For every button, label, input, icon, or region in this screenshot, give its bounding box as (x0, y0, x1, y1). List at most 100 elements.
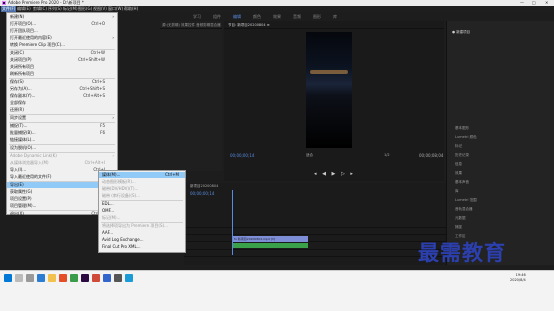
menu-item-label: 关闭(C) (10, 50, 24, 55)
menu-item-label: 保存副本(Y)... (10, 93, 36, 98)
track-a2[interactable] (184, 250, 446, 257)
file-menu-item[interactable]: 捕捉(T)... F5 (7, 123, 117, 129)
file-menu-item[interactable]: 打开最近使用的内容(E) › (7, 35, 117, 41)
system-clock[interactable]: 19:46 2020/8/4 (510, 273, 526, 283)
search-icon[interactable] (15, 274, 23, 282)
menu-item-label: 动态图形模板(R)... (102, 179, 136, 184)
export-menu-item: 标记(M)... (99, 215, 185, 221)
export-menu-item[interactable]: AAF... (99, 230, 185, 236)
file-menu-item[interactable]: 另存为(A)... Ctrl+Shift+S (7, 86, 117, 92)
workspace-tab[interactable]: 音频 (293, 14, 301, 20)
video-clip[interactable]: fx 新项目20200804.mp4 [V] (232, 236, 308, 242)
file-menu-item[interactable]: 关闭所有项目 (7, 64, 117, 70)
folder-icon[interactable] (48, 274, 56, 282)
app-icon[interactable] (70, 274, 78, 282)
watermark-text: 最需教育 (418, 240, 506, 265)
export-menu-item[interactable]: EDL... (99, 201, 185, 207)
workspace-tab[interactable]: 组件 (213, 14, 221, 20)
file-menu-item[interactable]: 保存(S) Ctrl+S (7, 79, 117, 85)
workspace-tab[interactable]: 效果 (273, 14, 281, 20)
menu-item-shortcut: Ctrl+Alt+I (84, 160, 105, 165)
file-menu-item[interactable]: 关闭(C) Ctrl+W (7, 50, 117, 56)
right-panel-item[interactable]: 元数据 (455, 216, 466, 221)
file-menu-item[interactable]: 打开团队项目... (7, 28, 117, 34)
workspace-tab[interactable]: 库 (333, 14, 337, 20)
right-panel-item[interactable]: 历史记录 (455, 153, 469, 158)
submenu-arrow-icon: › (112, 153, 114, 158)
transport-controls[interactable]: ◂ ◀ ▶ ▷ ▸ (314, 171, 358, 177)
track-a1[interactable] (184, 243, 446, 250)
right-panel-item[interactable]: 标记 (455, 144, 462, 149)
file-menu-item[interactable]: 同步设置 › (7, 115, 117, 121)
timeline-tab[interactable]: 新项目20200804 (190, 184, 218, 189)
file-menu-item[interactable]: 刷新所有项目 (7, 71, 117, 77)
export-menu-item[interactable]: OMF... (99, 208, 185, 214)
file-menu-item[interactable]: 转换 Premiere Clip 项目(C)... (7, 42, 117, 48)
menu-help[interactable]: 帮助(H) (124, 6, 138, 12)
start-icon[interactable] (4, 274, 12, 282)
export-menu-item[interactable]: 媒体(M)... Ctrl+M (99, 172, 185, 178)
source-panel-tabs[interactable]: 源:(无剪辑) 效果控件 音频剪辑混合器 (162, 21, 221, 29)
right-panel-item[interactable]: 捕捉 (455, 225, 462, 230)
program-timecode-current[interactable]: 00;00;00;14 (230, 153, 254, 158)
right-panel-item[interactable]: 基本声音 (455, 180, 469, 185)
export-menu-item: 动态图形模板(R)... (99, 179, 185, 185)
file-menu-item[interactable]: 批量捕捉(B)... F6 (7, 130, 117, 136)
file-menu-item[interactable]: 设为脱机(O)... (7, 145, 117, 151)
edge-icon[interactable] (37, 274, 45, 282)
timeline-panel: 新项目20200804 00;00;00;14 (184, 183, 446, 265)
menu-item-label: 导入(I)... (10, 167, 27, 172)
program-fit-select[interactable]: 适合 (306, 153, 313, 158)
menu-item-shortcut: Ctrl+M (165, 172, 179, 177)
workspace-tab[interactable]: 编辑 (233, 14, 241, 20)
right-panel-item[interactable]: 基本图形 (455, 126, 469, 131)
file-menu-item[interactable]: 打开项目(O)... Ctrl+O (7, 21, 117, 27)
menu-item-label: 关闭所有项目 (10, 64, 34, 69)
menu-item-label: 还原(R) (10, 107, 24, 112)
track-v1[interactable] (184, 235, 446, 242)
right-panel-item[interactable]: 库 (455, 189, 459, 194)
submenu-arrow-icon: › (112, 35, 114, 40)
file-menu-item[interactable]: 保存副本(Y)... Ctrl+Alt+S (7, 93, 117, 99)
app-icon[interactable] (59, 274, 67, 282)
workspace-tab[interactable]: 学习 (193, 14, 201, 20)
taskview-icon[interactable] (26, 274, 34, 282)
app-icon[interactable] (114, 274, 122, 282)
export-menu-item[interactable]: Final Cut Pro XML... (99, 244, 185, 250)
program-quality-select[interactable]: 1/2 (384, 153, 390, 157)
program-monitor-title[interactable]: 节目: 新项目20200804 ≡ (228, 21, 270, 29)
timeline-timecode[interactable]: 00;00;00;14 (190, 191, 214, 196)
menu-item-shortcut: Ctrl+Alt+S (83, 93, 105, 98)
audio-clip[interactable] (232, 243, 308, 248)
menu-item-shortcut: Ctrl+W (90, 50, 105, 55)
file-menu-item[interactable]: 关闭项目(P) Ctrl+Shift+W (7, 57, 117, 63)
menu-item-label: 从媒体浏览器导入(M) (10, 160, 49, 165)
app-icon[interactable] (125, 274, 133, 282)
menu-item-label: 项目设置(P) (10, 196, 32, 201)
file-menu-item[interactable]: 还原(R) (7, 107, 117, 113)
menu-item-shortcut: Ctrl+Shift+W (78, 57, 105, 62)
track-v3[interactable] (184, 221, 446, 228)
app-icon[interactable] (103, 274, 111, 282)
right-panel-item[interactable]: 效果 (455, 171, 462, 176)
menu-item-shortcut: F6 (100, 130, 105, 135)
menu-item-shortcut: Ctrl+S (91, 79, 105, 84)
file-menu-item[interactable]: 链接媒体(L)... (7, 137, 117, 143)
workspace-tab[interactable]: 图形 (313, 14, 321, 20)
right-panel-item[interactable]: Lumetri 颜色 (455, 135, 477, 140)
menu-item-label: AAF... (102, 230, 114, 235)
app-icon[interactable] (92, 274, 100, 282)
right-panel-item[interactable]: 音轨混合器 (455, 207, 473, 212)
right-panel-item[interactable]: Lumetri 范围 (455, 198, 477, 203)
right-panel-item[interactable]: 信息 (455, 162, 462, 167)
file-menu-item: 从媒体浏览器导入(M) Ctrl+Alt+I (7, 160, 117, 166)
track-v2[interactable] (184, 228, 446, 235)
playhead[interactable] (232, 190, 233, 255)
file-menu-item[interactable]: 新建(N) › (7, 14, 117, 20)
file-menu-item[interactable]: 全部保存 (7, 100, 117, 106)
export-menu-item[interactable]: Avid Log Exchange... (99, 237, 185, 243)
premiere-icon[interactable] (81, 274, 89, 282)
program-timecode-duration: 00;00;08;04 (419, 153, 444, 158)
workspace-tab[interactable]: 颜色 (253, 14, 261, 20)
new-project-label[interactable]: ● 新建项目 (452, 30, 470, 35)
